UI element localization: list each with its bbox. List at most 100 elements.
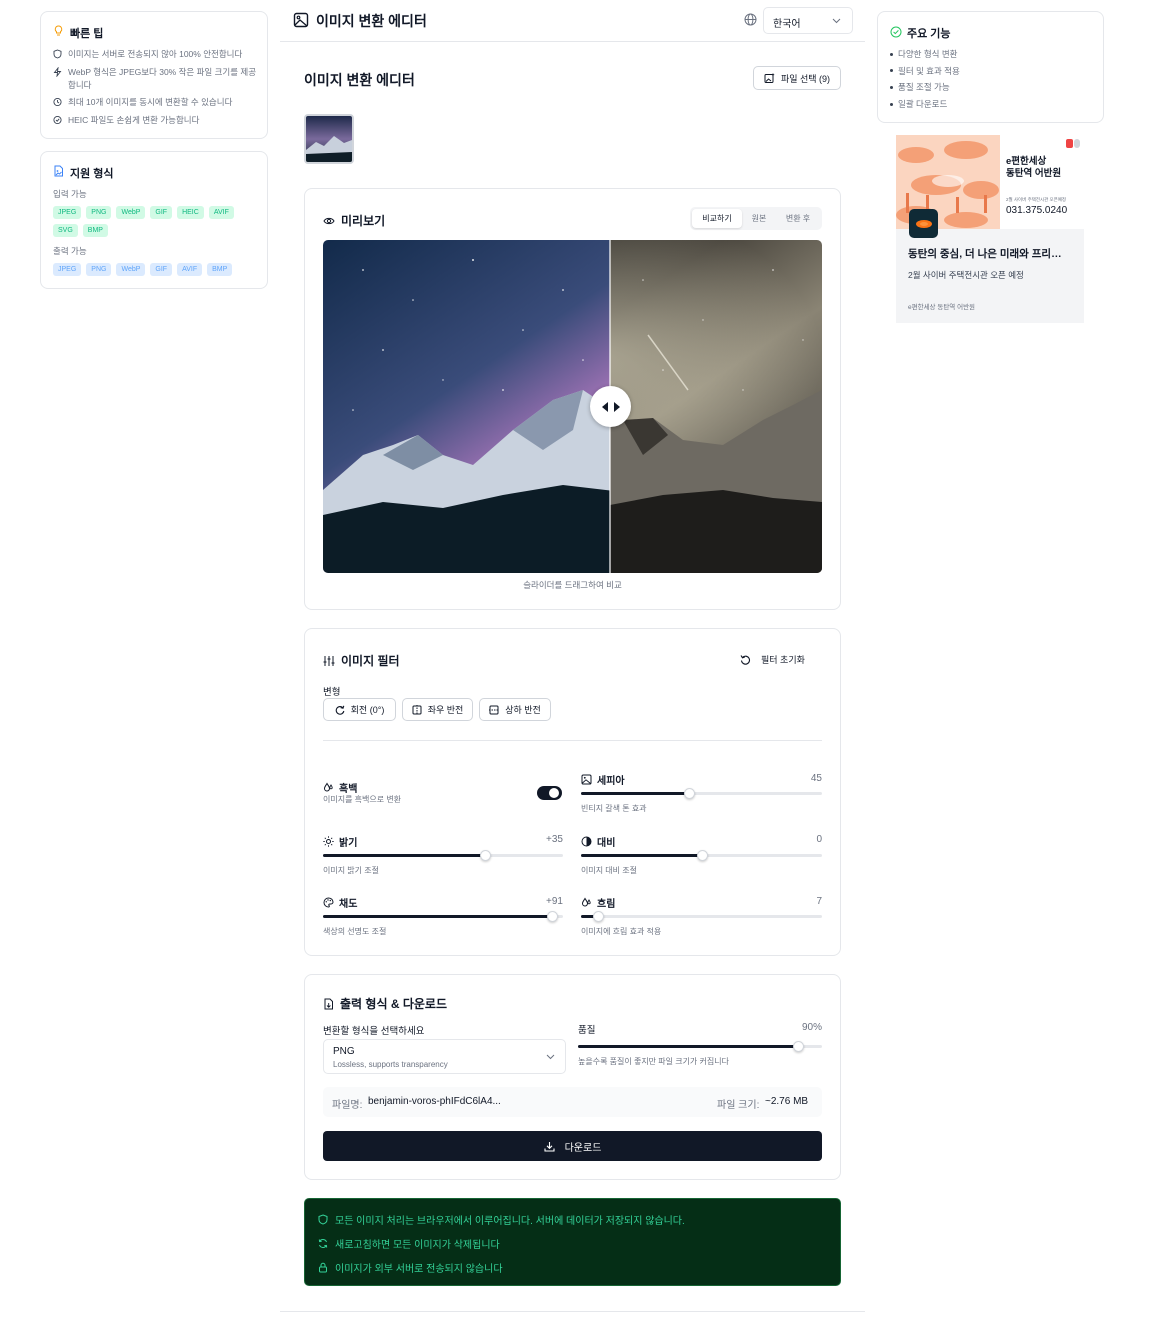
quality-label: 품질 xyxy=(578,1025,596,1036)
filter-title-text: 이미지 필터 xyxy=(341,654,400,668)
slider-thumb[interactable] xyxy=(792,1041,804,1052)
brightness-label: 밝기 xyxy=(323,834,357,849)
ad-tiny-text: 2월 사이버 주택전시관 오픈예정 xyxy=(1006,197,1067,202)
ad-headline: 동탄의 중심, 더 나은 미래와 프리… xyxy=(908,248,1062,260)
language-value: 한국어 xyxy=(773,19,801,30)
language-select[interactable]: 한국어 xyxy=(763,7,853,34)
bullet-icon xyxy=(890,85,893,89)
format-select[interactable]: PNG Lossless, supports transparency xyxy=(323,1039,566,1074)
filter-divider xyxy=(323,740,822,741)
sepia-slider[interactable] xyxy=(581,788,822,799)
flip-horizontal-button[interactable]: 좌우 반전 xyxy=(402,698,473,721)
tip-text: 최대 10개 이미지를 동시에 변환할 수 있습니다 xyxy=(68,97,233,107)
file-select-button[interactable]: 파일 선택 (9) xyxy=(753,66,841,90)
slider-fill xyxy=(578,1045,798,1048)
tip-item: HEIC 파일도 손쉽게 변환 가능합니다 xyxy=(53,114,258,127)
slider-thumb[interactable] xyxy=(480,850,491,861)
flip-vertical-button[interactable]: 상하 반전 xyxy=(479,698,551,721)
brightness-label-text: 밝기 xyxy=(339,838,358,849)
filename-value: benjamin-voros-phIFdC6lA4... xyxy=(368,1096,501,1107)
ad-source: e편한세상 동탄역 어반원 xyxy=(908,304,976,311)
quality-slider[interactable] xyxy=(578,1041,822,1052)
format-chip: BMP xyxy=(207,263,233,276)
format-chip: PNG xyxy=(86,206,112,219)
slider-fill xyxy=(581,854,702,857)
saturation-value: +91 xyxy=(546,896,563,907)
format-chip: BMP xyxy=(82,224,108,237)
format-select-label: 변환할 형식을 선택하세요 xyxy=(323,1026,425,1037)
slider-fill xyxy=(581,792,690,795)
tip-text: WebP 형식은 JPEG보다 30% 작은 파일 크기를 제공합니다 xyxy=(68,67,257,90)
preview-caption: 슬라이더를 드래그하여 비교 xyxy=(523,580,622,590)
format-chip: SVG xyxy=(53,224,78,237)
rotate-cw-icon xyxy=(335,705,345,715)
ad-subtext: 2월 사이버 주택전시관 오픈 예정 xyxy=(908,270,1024,280)
brightness-slider[interactable] xyxy=(323,850,563,861)
blur-desc: 이미지에 흐림 효과 적용 xyxy=(581,927,662,936)
tab-converted[interactable]: 변환 후 xyxy=(778,209,818,228)
tab-original[interactable]: 원본 xyxy=(744,209,774,228)
download-button[interactable]: 다운로드 xyxy=(323,1131,822,1161)
filesize-label: 파일 크기: xyxy=(717,1100,760,1111)
preview-title-text: 미리보기 xyxy=(341,214,386,228)
bullet-icon xyxy=(890,69,893,73)
ad-banner[interactable]: e편한세상 동탄역 어반원 2월 사이버 주택전시관 오픈예정 031.375.… xyxy=(896,135,1084,323)
rotate-button[interactable]: 회전 (0°) xyxy=(323,698,396,721)
input-format-chips: JPEG PNG WebP GIF HEIC AVIF SVG BMP xyxy=(53,206,263,237)
saturation-desc: 색상의 선명도 조절 xyxy=(323,927,387,936)
filesize-value: ~2.76 MB xyxy=(765,1096,809,1107)
notice-text: 모든 이미지 처리는 브라우저에서 이루어집니다. 서버에 데이터가 저장되지 … xyxy=(335,1216,685,1227)
download-icon xyxy=(544,1141,555,1152)
globe-icon[interactable] xyxy=(744,13,757,26)
bullet-icon xyxy=(890,102,893,106)
feature-text: 품질 조절 가능 xyxy=(898,82,950,93)
supported-formats-title: 지원 형식 xyxy=(70,168,114,180)
quality-desc: 높을수록 품질이 좋지만 파일 크기가 커집니다 xyxy=(578,1057,729,1066)
slider-thumb[interactable] xyxy=(696,850,708,861)
feature-text: 다양한 형식 변환 xyxy=(898,49,958,59)
chevron-down-icon xyxy=(546,1054,555,1060)
format-chip: JPEG xyxy=(53,263,82,276)
grayscale-toggle[interactable] xyxy=(537,786,562,800)
feature-item: 다양한 형식 변환 xyxy=(890,48,957,60)
droplets-icon xyxy=(323,782,334,793)
rotate-ccw-icon xyxy=(740,654,751,665)
zap-icon xyxy=(53,66,62,77)
palette-icon xyxy=(323,897,334,908)
download-label: 다운로드 xyxy=(564,1142,602,1154)
slider-thumb[interactable] xyxy=(592,911,604,922)
lightbulb-icon xyxy=(53,25,64,37)
file-image-icon xyxy=(53,165,64,177)
slider-fill xyxy=(323,915,553,918)
filter-title: 이미지 필터 xyxy=(323,652,400,669)
tab-compare[interactable]: 비교하기 xyxy=(692,209,742,228)
comparison-view[interactable] xyxy=(323,240,822,573)
feature-item: 필터 및 효과 적용 xyxy=(890,65,960,77)
ad-choice-icon[interactable] xyxy=(1066,139,1080,148)
rotate-label: 회전 (0°) xyxy=(350,705,385,715)
format-desc: Lossless, supports transparency xyxy=(333,1060,448,1069)
quick-tips-title: 빠른 팁 xyxy=(70,28,104,40)
filter-reset-button[interactable]: 필터 초기화 xyxy=(740,648,822,670)
format-value: PNG xyxy=(333,1046,355,1057)
ad-brand: e편한세상 동탄역 어반원 xyxy=(1006,156,1062,179)
blur-label-text: 흐림 xyxy=(597,899,616,910)
saturation-slider[interactable] xyxy=(323,911,563,922)
blur-slider[interactable] xyxy=(581,911,822,922)
notice-text: 새로고침하면 모든 이미지가 삭제됩니다 xyxy=(335,1240,500,1251)
flip-vertical-label: 상하 반전 xyxy=(505,705,541,715)
contrast-label-text: 대비 xyxy=(597,838,616,849)
format-chip: GIF xyxy=(150,263,173,276)
brightness-value: +35 xyxy=(546,834,563,845)
file-select-label: 파일 선택 (9) xyxy=(780,73,831,84)
transform-label: 변형 xyxy=(323,687,341,698)
contrast-slider[interactable] xyxy=(581,850,822,861)
features-title: 주요 기능 xyxy=(907,28,951,40)
sepia-label: 세피아 xyxy=(581,772,625,787)
image-thumbnail[interactable] xyxy=(304,114,354,164)
shield-icon xyxy=(53,48,62,59)
format-chip: AVIF xyxy=(208,206,234,219)
filename-label: 파일명: xyxy=(332,1100,363,1111)
format-chip: PNG xyxy=(86,263,112,276)
compare-slider-handle[interactable] xyxy=(590,386,631,427)
